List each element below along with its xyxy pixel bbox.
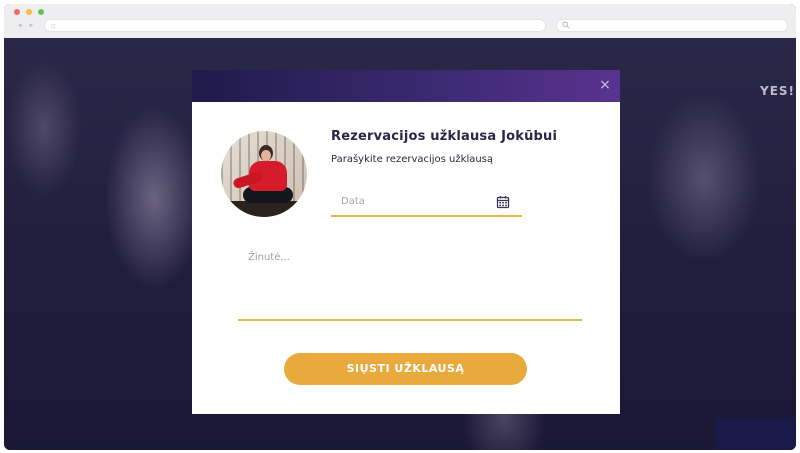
browser-window: ◂ ▸ ▫ YES!! × Rezervacijos užklausa Jokū… — [4, 4, 796, 450]
message-placeholder: Žinutė... — [248, 252, 290, 263]
send-request-button[interactable]: SIŲSTI UŽKLAUSĄ — [284, 353, 527, 385]
avatar-floor — [221, 201, 307, 217]
close-window-dot[interactable] — [14, 9, 20, 15]
browser-search-field[interactable] — [556, 19, 788, 32]
calendar-icon[interactable] — [496, 195, 510, 209]
maximize-window-dot[interactable] — [38, 9, 44, 15]
browser-toolbar: ◂ ▸ ▫ — [4, 4, 796, 38]
minimize-window-dot[interactable] — [26, 9, 32, 15]
avatar — [221, 131, 307, 217]
avatar-face — [261, 150, 271, 161]
booking-request-modal: Rezervacijos užklausa Jokūbui Parašykite… — [192, 102, 620, 414]
search-icon — [562, 21, 570, 29]
message-textarea[interactable]: Žinutė... — [238, 244, 582, 321]
close-icon[interactable]: × — [598, 78, 612, 92]
shirt-print-text: YES!! — [760, 84, 796, 98]
back-forward-arrows-icon[interactable]: ◂ ▸ — [18, 19, 36, 32]
modal-title: Rezervacijos užklausa Jokūbui — [331, 129, 558, 144]
date-placeholder: Data — [341, 196, 365, 207]
background-corner-block — [716, 418, 796, 450]
address-bar[interactable]: ▫ — [44, 19, 546, 32]
date-input[interactable]: Data — [331, 192, 522, 217]
modal-header: × — [192, 70, 620, 102]
page-icon: ▫ — [51, 22, 56, 30]
modal-subtitle: Parašykite rezervacijos užklausą — [331, 154, 494, 165]
